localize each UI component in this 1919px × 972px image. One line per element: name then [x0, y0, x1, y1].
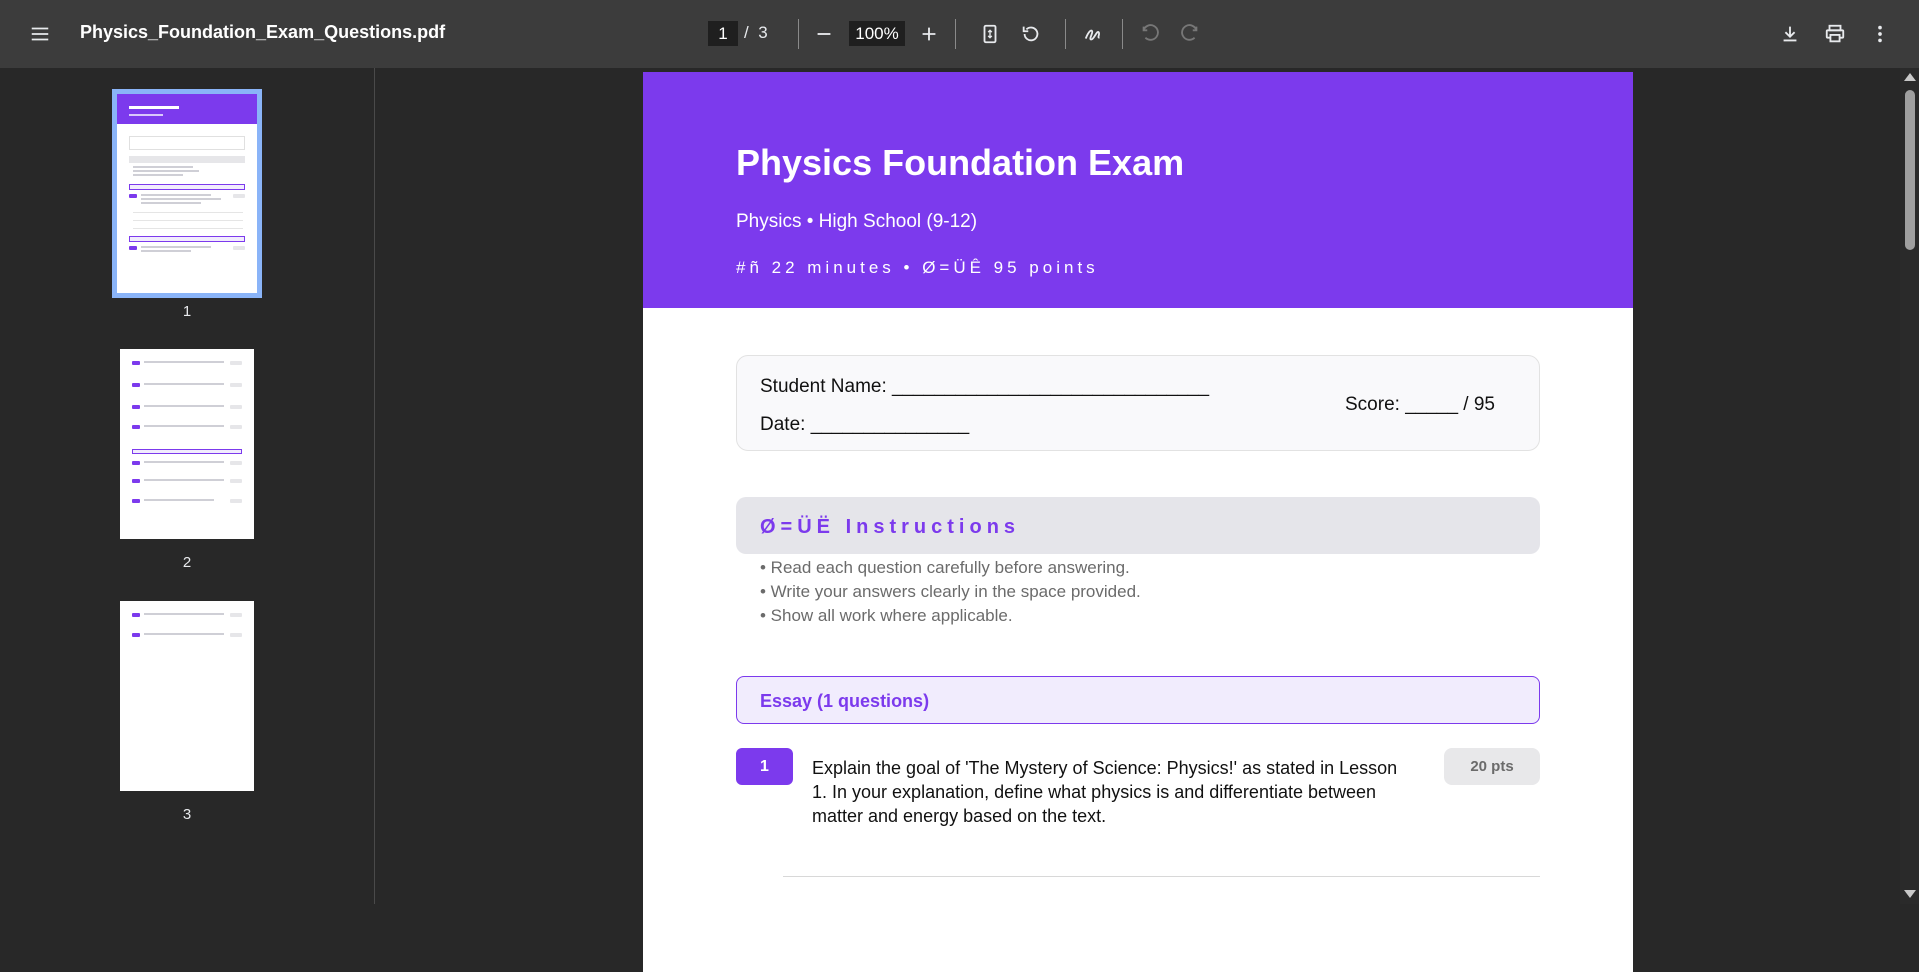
page-thumbnail-1[interactable] — [112, 89, 262, 298]
page-thumbnail-2[interactable] — [120, 349, 254, 539]
question-text: Explain the goal of 'The Mystery of Scie… — [812, 758, 1398, 826]
undo-icon[interactable] — [1132, 16, 1168, 52]
menu-icon[interactable] — [22, 16, 58, 52]
more-options-icon[interactable] — [1862, 16, 1898, 52]
question-number-badge: 1 — [736, 748, 793, 785]
zoom-out-icon[interactable] — [806, 16, 842, 52]
instructions-header: Ø=ÜË Instructions — [736, 497, 1540, 554]
fit-page-icon[interactable] — [972, 16, 1008, 52]
vertical-scrollbar[interactable] — [1900, 68, 1919, 904]
total-pages: 3 — [758, 23, 768, 42]
toolbar-divider — [1065, 19, 1066, 49]
pdf-page-1: Physics Foundation Exam Physics • High S… — [643, 72, 1633, 972]
instruction-item: • Show all work where applicable. — [760, 606, 1013, 625]
thumbnail-label-2: 2 — [182, 554, 192, 571]
thumbnail-label-1: 1 — [182, 303, 192, 320]
exam-title: Physics Foundation Exam — [736, 142, 1185, 183]
thumbnail-label-3: 3 — [182, 806, 192, 823]
instructions-list: • Read each question carefully before an… — [760, 556, 1141, 628]
scrollbar-thumb[interactable] — [1905, 90, 1915, 250]
scroll-up-icon[interactable] — [1904, 73, 1916, 81]
score-field: Score: _____ / 95 — [1345, 394, 1495, 415]
section-header-essay: Essay (1 questions) — [736, 676, 1540, 724]
document-viewer[interactable]: Physics Foundation Exam Physics • High S… — [376, 68, 1899, 972]
exam-subtitle: Physics • High School (9-12) — [736, 211, 978, 232]
date-field: Date: _______________ — [760, 414, 970, 435]
redo-icon[interactable] — [1172, 16, 1208, 52]
section-title: Essay (1 questions) — [760, 691, 930, 711]
exam-header: Physics Foundation Exam Physics • High S… — [643, 72, 1633, 308]
page-number-input[interactable]: 1 — [708, 21, 738, 46]
page-separator: / — [744, 23, 749, 42]
toolbar-divider — [955, 19, 956, 49]
toolbar-divider — [798, 19, 799, 49]
student-name-field: Student Name: __________________________… — [760, 376, 1210, 397]
thumbnail-sidebar: 1 2 3 — [0, 68, 375, 904]
file-title: Physics_Foundation_Exam_Questions.pdf — [80, 22, 446, 42]
pdf-toolbar: Physics_Foundation_Exam_Questions.pdf 1 … — [0, 0, 1919, 68]
page-count: / 3 — [744, 23, 768, 43]
annotate-icon[interactable] — [1076, 16, 1112, 52]
instruction-item: • Read each question carefully before an… — [760, 558, 1130, 577]
page-thumbnail-3[interactable] — [120, 601, 254, 791]
points-badge: 20 pts — [1444, 748, 1540, 785]
scroll-down-icon[interactable] — [1904, 890, 1916, 898]
exam-meta: #ñ 22 minutes • Ø=ÜÊ 95 points — [736, 258, 1099, 277]
toolbar-divider — [1122, 19, 1123, 49]
instruction-item: • Write your answers clearly in the spac… — [760, 582, 1141, 601]
zoom-in-icon[interactable] — [911, 16, 947, 52]
rotate-icon[interactable] — [1013, 16, 1049, 52]
answer-line — [783, 876, 1540, 877]
student-info-box: Student Name: __________________________… — [736, 355, 1540, 451]
print-icon[interactable] — [1817, 16, 1853, 52]
zoom-input[interactable]: 100% — [849, 21, 905, 46]
download-icon[interactable] — [1772, 16, 1808, 52]
instructions-title: Ø=ÜË Instructions — [760, 516, 1021, 538]
